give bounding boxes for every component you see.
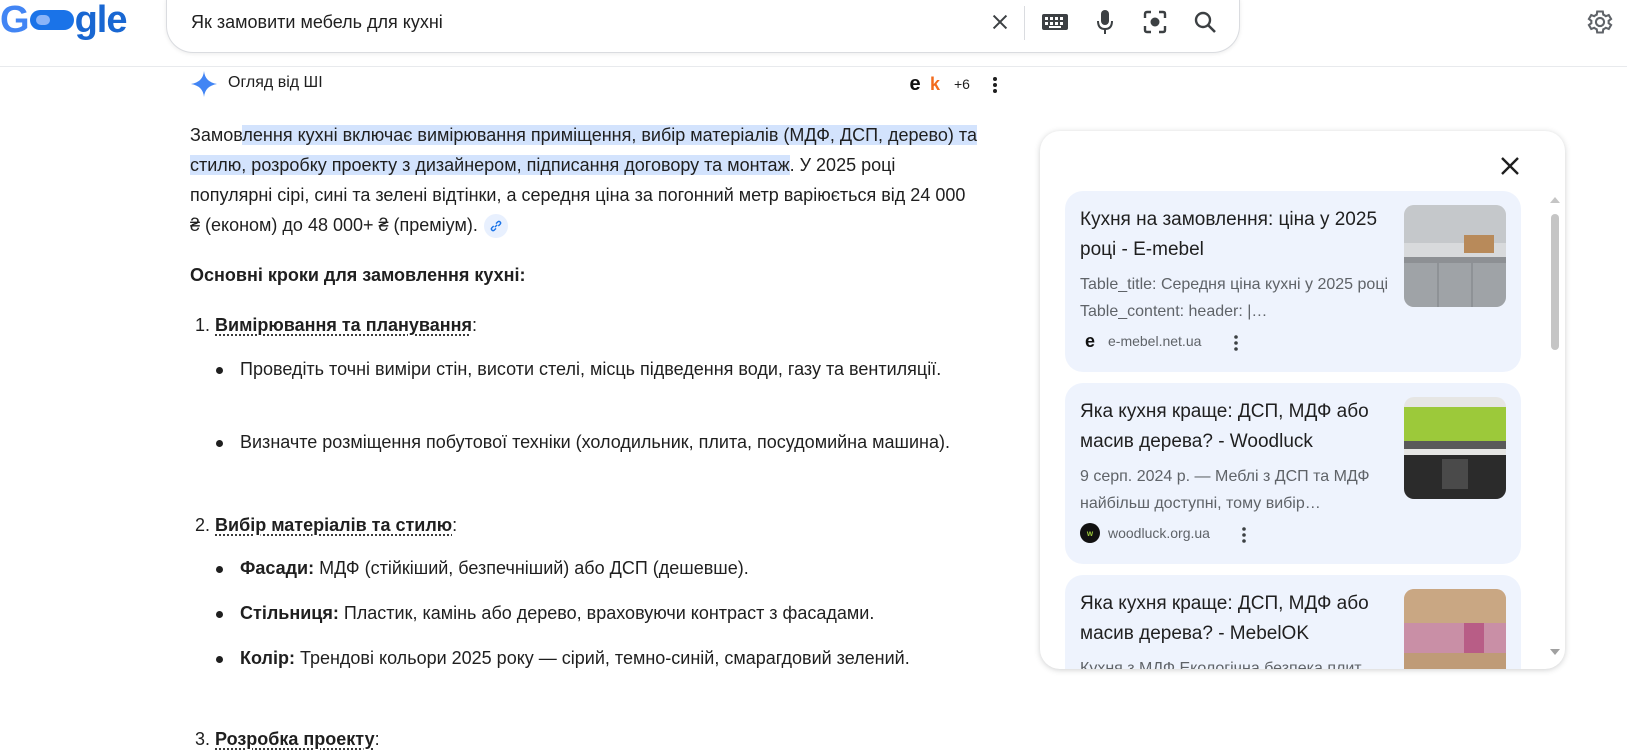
mic-icon bbox=[1095, 9, 1115, 35]
kitchen-thumbnail-image bbox=[1404, 205, 1506, 307]
google-logo[interactable]: Ggle bbox=[0, 0, 126, 44]
step-1-bullet-1: Проведіть точні виміри стін, висоти стел… bbox=[240, 354, 960, 384]
bullet-dot bbox=[216, 367, 223, 374]
bullet-dot bbox=[216, 566, 223, 573]
answer-prefix: Замов bbox=[190, 125, 242, 145]
header-divider bbox=[0, 66, 1627, 67]
settings-icon bbox=[1586, 8, 1614, 36]
panel-scrollbar-thumb[interactable] bbox=[1551, 214, 1559, 350]
step-2-bullet-3: Колір: Трендові кольори 2025 року — сіри… bbox=[240, 643, 960, 673]
ai-sparkle-icon bbox=[190, 70, 218, 98]
close-icon bbox=[989, 11, 1011, 33]
scroll-up-arrow-icon bbox=[1550, 196, 1560, 204]
voice-search-button[interactable] bbox=[1085, 4, 1125, 40]
doodle-icon bbox=[30, 10, 74, 30]
more-vert-icon bbox=[1234, 335, 1238, 351]
logo-letters-gle: gle bbox=[75, 0, 127, 41]
bullet-dot bbox=[216, 440, 223, 447]
source-card-title[interactable]: Яка кухня краще: ДСП, МДФ або масив дере… bbox=[1080, 397, 1400, 457]
source-card[interactable]: Яка кухня краще: ДСП, МДФ або масив дере… bbox=[1065, 575, 1521, 669]
link-icon bbox=[489, 219, 503, 233]
source-favicons[interactable]: e k +6 bbox=[900, 70, 970, 98]
source-card-site[interactable]: e e-mebel.net.ua bbox=[1080, 331, 1201, 351]
step-3: 3. Розробка проекту: bbox=[195, 724, 380, 754]
step-colon: : bbox=[375, 729, 380, 749]
source-card[interactable]: Кухня на замовлення: ціна у 2025 році - … bbox=[1065, 191, 1521, 372]
lens-icon bbox=[1142, 9, 1168, 35]
step-title[interactable]: Розробка проекту bbox=[215, 729, 375, 749]
source-link-button[interactable] bbox=[484, 214, 508, 238]
source-card-thumbnail[interactable] bbox=[1404, 205, 1506, 307]
search-icon bbox=[1193, 10, 1217, 34]
source-card-title[interactable]: Кухня на замовлення: ціна у 2025 році - … bbox=[1080, 205, 1400, 265]
kitchen-thumbnail-image bbox=[1404, 589, 1506, 669]
step-colon: : bbox=[452, 515, 457, 535]
source-site-name: woodluck.org.ua bbox=[1108, 525, 1210, 541]
more-vert-icon bbox=[992, 76, 998, 94]
source-site-name: e-mebel.net.ua bbox=[1108, 333, 1201, 349]
source-card-snippet: 9 серп. 2024 р. — Меблі з ДСП та МДФ най… bbox=[1080, 463, 1390, 517]
logo-letter-g: G bbox=[0, 0, 29, 41]
source-card-site[interactable]: w woodluck.org.ua bbox=[1080, 523, 1210, 543]
source-card-thumbnail[interactable] bbox=[1404, 589, 1506, 669]
keyboard-icon bbox=[1041, 12, 1069, 32]
source-card-title[interactable]: Яка кухня краще: ДСП, МДФ або масив дере… bbox=[1080, 589, 1400, 649]
step-colon: : bbox=[472, 315, 477, 335]
more-vert-icon bbox=[1242, 527, 1246, 543]
search-divider bbox=[1024, 6, 1025, 40]
step-1: 1. Вимірювання та планування: bbox=[195, 310, 477, 340]
step-title[interactable]: Вибір матеріалів та стилю bbox=[215, 515, 452, 535]
close-panel-button[interactable] bbox=[1494, 150, 1526, 182]
emebel-favicon-icon: e bbox=[1080, 331, 1100, 351]
step-2: 2. Вибір матеріалів та стилю: bbox=[195, 510, 457, 540]
step-number: 2. bbox=[195, 515, 210, 535]
source-card-more-button[interactable] bbox=[1234, 525, 1254, 545]
source-card-more-button[interactable] bbox=[1226, 333, 1246, 353]
lens-search-button[interactable] bbox=[1135, 4, 1175, 40]
clear-search-button[interactable] bbox=[980, 4, 1020, 40]
bullet-dot bbox=[216, 611, 223, 618]
step-2-bullet-2: Стільниця: Пластик, камінь або дерево, в… bbox=[240, 598, 960, 628]
source-card-thumbnail[interactable] bbox=[1404, 397, 1506, 499]
source-card-snippet: Кухня з МДФ Екологічна безпека плит bbox=[1080, 655, 1390, 669]
steps-heading: Основні кроки для замовлення кухні: bbox=[190, 262, 525, 288]
step-title[interactable]: Вимірювання та планування bbox=[215, 315, 472, 335]
scroll-down-arrow-icon bbox=[1550, 648, 1560, 656]
step-number: 1. bbox=[195, 315, 210, 335]
ai-answer-paragraph: Замовлення кухні включає вимірювання при… bbox=[190, 120, 980, 240]
search-button[interactable] bbox=[1185, 4, 1225, 40]
search-input[interactable]: Як замовити мебель для кухні bbox=[191, 8, 443, 36]
keyboard-button[interactable] bbox=[1035, 4, 1075, 40]
mebelok-favicon-icon: k bbox=[920, 69, 950, 99]
source-card[interactable]: Яка кухня краще: ДСП, МДФ або масив дере… bbox=[1065, 383, 1521, 564]
woodluck-favicon-icon: w bbox=[1080, 523, 1100, 543]
settings-button[interactable] bbox=[1582, 4, 1618, 40]
step-1-bullet-2: Визначте розміщення побутової техніки (х… bbox=[240, 427, 960, 457]
close-icon bbox=[1500, 156, 1520, 176]
source-card-snippet: Table_title: Середня ціна кухні у 2025 р… bbox=[1080, 271, 1390, 325]
step-2-bullet-1: Фасади: МДФ (стійкіший, безпечніший) або… bbox=[240, 553, 960, 583]
ai-overview-title: Огляд від ШІ bbox=[228, 72, 323, 94]
kitchen-thumbnail-image bbox=[1404, 397, 1506, 499]
ai-overview-more-button[interactable] bbox=[983, 72, 1007, 98]
step-number: 3. bbox=[195, 729, 210, 749]
bullet-dot bbox=[216, 656, 223, 663]
source-count: +6 bbox=[954, 76, 970, 92]
